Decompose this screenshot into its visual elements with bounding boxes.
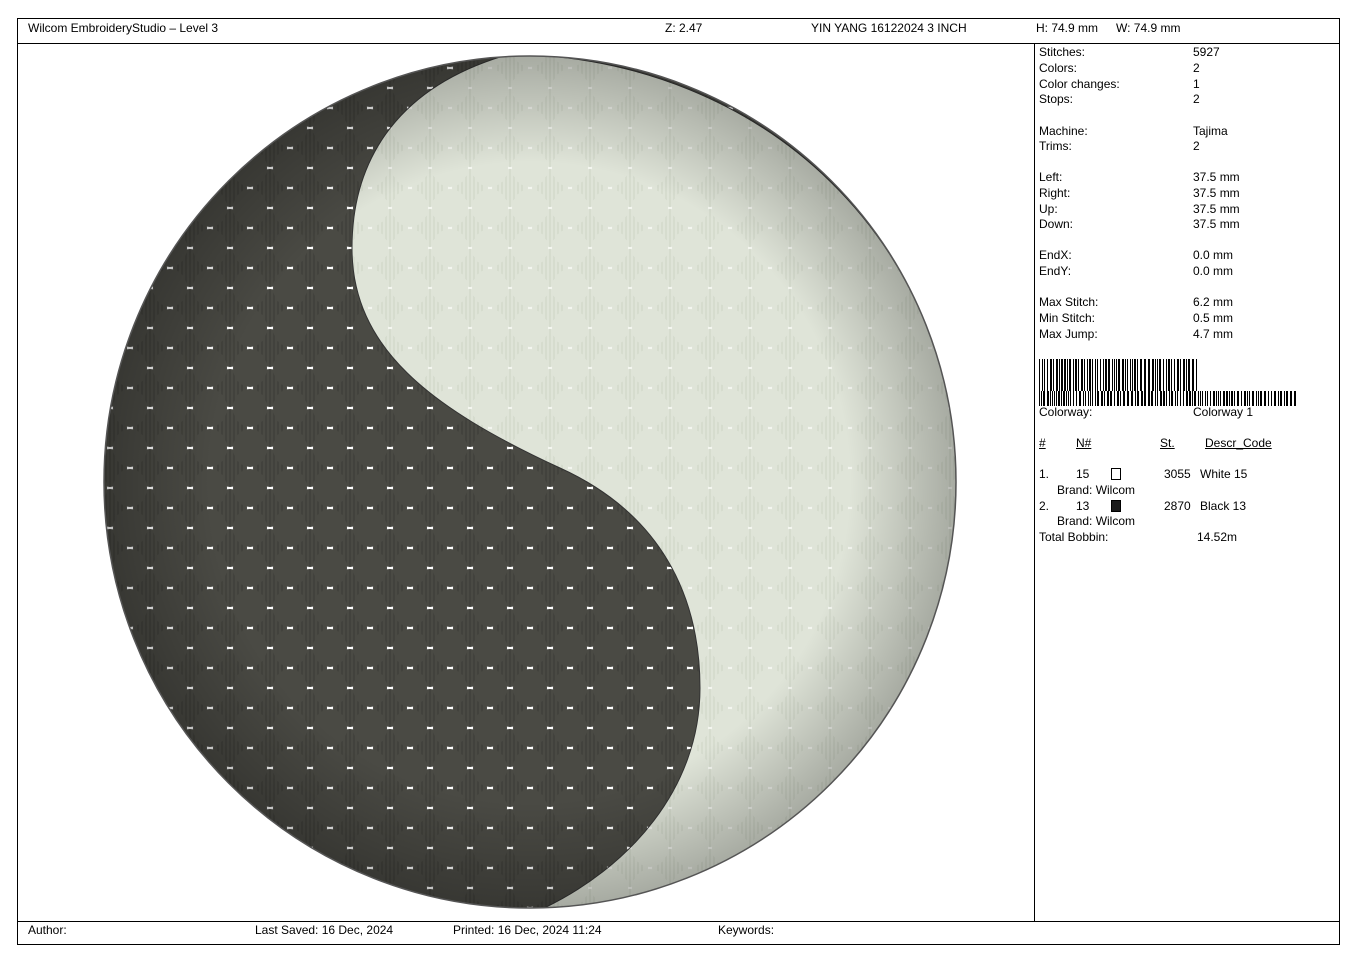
color-changes-value: 1 — [1193, 77, 1200, 91]
up-value: 37.5 mm — [1193, 202, 1240, 216]
stitch-count: 3055 — [1164, 467, 1191, 481]
embroidery-design-preview — [103, 55, 957, 909]
stitches-label: Stitches: — [1039, 45, 1086, 59]
stops-label: Stops: — [1039, 92, 1074, 106]
column-header-description: Descr_Code — [1205, 436, 1272, 450]
max-jump-label: Max Jump: — [1039, 327, 1098, 341]
color-changes-label: Color changes: — [1039, 77, 1120, 91]
right-value: 37.5 mm — [1193, 186, 1240, 200]
colorway-label: Colorway: — [1039, 405, 1093, 419]
color-swatch — [1111, 468, 1121, 480]
machine-value: Tajima — [1193, 124, 1228, 138]
design-name: YIN YANG 16122024 3 INCH — [811, 21, 967, 35]
trims-label: Trims: — [1039, 139, 1072, 153]
header-divider — [17, 43, 1340, 44]
thread-number: 13 — [1076, 499, 1090, 513]
footer-divider — [17, 921, 1340, 922]
machine-label: Machine: — [1039, 124, 1088, 138]
author-label: Author: — [28, 923, 67, 937]
design-width: W: 74.9 mm — [1116, 21, 1181, 35]
left-label: Left: — [1039, 170, 1063, 184]
up-label: Up: — [1039, 202, 1058, 216]
stitches-value: 5927 — [1193, 45, 1220, 59]
colorway-value: Colorway 1 — [1193, 405, 1254, 419]
zoom-level: Z: 2.47 — [665, 21, 703, 35]
down-label: Down: — [1039, 217, 1074, 231]
barcode-image — [1039, 359, 1296, 406]
min-stitch-label: Min Stitch: — [1039, 311, 1096, 325]
column-header-thread-number: N# — [1076, 436, 1092, 450]
endx-label: EndX: — [1039, 248, 1072, 262]
min-stitch-value: 0.5 mm — [1193, 311, 1234, 325]
stitch-count: 2870 — [1164, 499, 1191, 513]
thread-brand: Brand: Wilcom — [1057, 514, 1136, 528]
max-stitch-value: 6.2 mm — [1193, 295, 1234, 309]
thread-number: 15 — [1076, 467, 1090, 481]
thread-brand: Brand: Wilcom — [1057, 483, 1136, 497]
stops-value: 2 — [1193, 92, 1200, 106]
last-saved: Last Saved: 16 Dec, 2024 — [255, 923, 394, 937]
endx-value: 0.0 mm — [1193, 248, 1234, 262]
design-height: H: 74.9 mm — [1036, 21, 1099, 35]
max-stitch-label: Max Stitch: — [1039, 295, 1099, 309]
keywords-label: Keywords: — [718, 923, 775, 937]
trims-value: 2 — [1193, 139, 1200, 153]
right-label: Right: — [1039, 186, 1071, 200]
max-jump-value: 4.7 mm — [1193, 327, 1234, 341]
thread-description: White 15 — [1200, 467, 1248, 481]
colors-value: 2 — [1193, 61, 1200, 75]
endy-label: EndY: — [1039, 264, 1072, 278]
colors-label: Colors: — [1039, 61, 1078, 75]
thread-description: Black 13 — [1200, 499, 1247, 513]
total-bobbin-value: 14.52m — [1197, 530, 1238, 544]
color-swatch — [1111, 500, 1121, 512]
column-header-stitches: St. — [1160, 436, 1175, 450]
app-title: Wilcom EmbroideryStudio – Level 3 — [28, 21, 219, 35]
down-value: 37.5 mm — [1193, 217, 1240, 231]
total-bobbin-label: Total Bobbin: — [1039, 530, 1109, 544]
row-index: 1. — [1039, 467, 1050, 481]
left-value: 37.5 mm — [1193, 170, 1240, 184]
endy-value: 0.0 mm — [1193, 264, 1234, 278]
row-index: 2. — [1039, 499, 1050, 513]
printed-date: Printed: 16 Dec, 2024 11:24 — [453, 923, 602, 937]
column-header-number: # — [1039, 436, 1046, 450]
info-panel-divider — [1034, 43, 1035, 921]
